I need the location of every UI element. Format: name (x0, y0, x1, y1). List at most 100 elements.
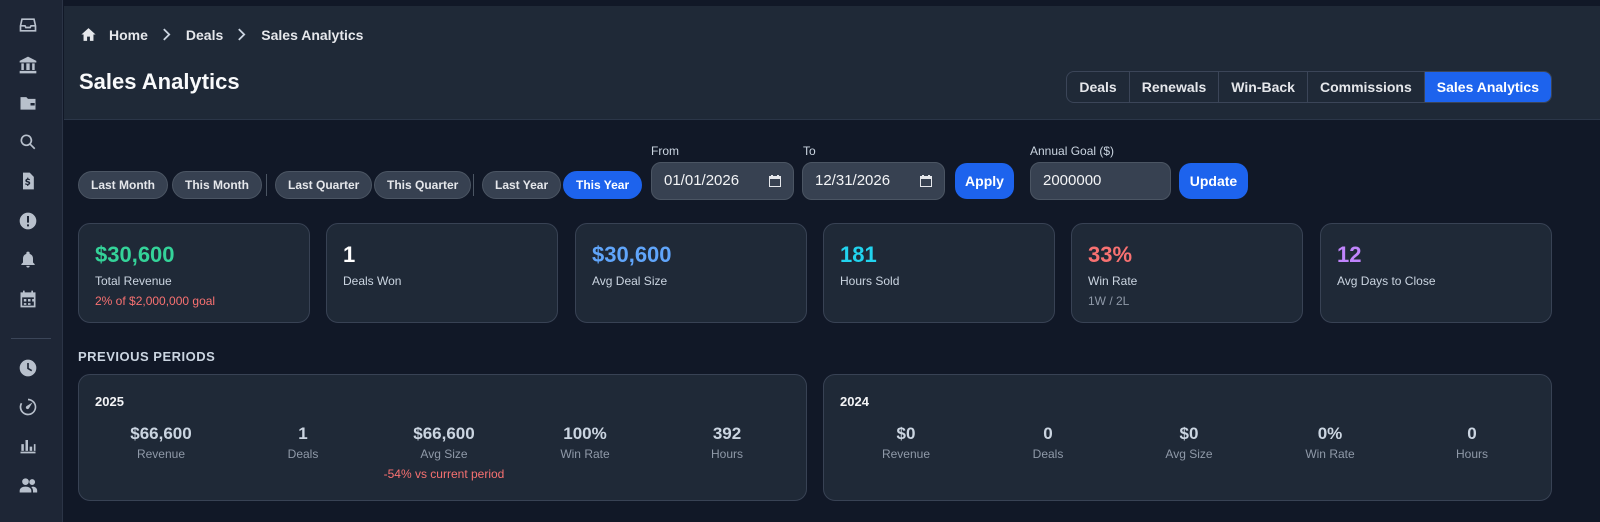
stat-value: $0 (896, 424, 916, 443)
stat-value: 392 (712, 424, 742, 443)
preset-this-year[interactable]: This Year (563, 171, 643, 199)
stat-value: $0 (1179, 424, 1199, 443)
tab-commissions[interactable]: Commissions (1308, 72, 1425, 102)
clock-icon[interactable] (17, 357, 39, 379)
page-title: Sales Analytics (79, 69, 240, 94)
kpi-win-rate: 33% Win Rate 1W / 2L (1071, 223, 1303, 323)
breadcrumb-deals[interactable]: Deals (186, 27, 223, 43)
period-stat-hours: 392 Hours (657, 424, 797, 461)
to-date-input[interactable]: 12/31/2026 (802, 162, 945, 200)
period-year: 2025 (95, 394, 124, 409)
stat-label: Deals (287, 447, 319, 461)
preset-last-year[interactable]: Last Year (482, 171, 562, 199)
stat-value: 0 (1043, 424, 1053, 443)
search-icon[interactable] (17, 131, 39, 153)
sidebar (0, 0, 63, 522)
stat-label: Revenue (881, 447, 931, 461)
kpi-value: 12 (1337, 242, 1362, 267)
page-header: Home Deals Sales Analytics Sales Analyti… (64, 6, 1600, 120)
kpi-hours-sold: 181 Hours Sold (823, 223, 1055, 323)
preset-divider (266, 174, 267, 196)
alert-icon[interactable] (17, 210, 39, 232)
kpi-win-loss: 1W / 2L (1088, 294, 1130, 308)
inbox-icon[interactable] (17, 14, 39, 36)
kpi-value: $30,600 (592, 242, 672, 267)
preset-this-month[interactable]: This Month (172, 171, 262, 199)
period-card-2024: 2024 $0 Revenue 0 Deals $0 Avg Size 0% W… (823, 374, 1552, 501)
stat-label: Win Rate (560, 447, 610, 461)
breadcrumb-current: Sales Analytics (261, 26, 364, 43)
kpi-avg-days-to-close: 12 Avg Days to Close (1320, 223, 1552, 323)
kpi-label: Win Rate (1088, 274, 1138, 288)
sidebar-divider (11, 338, 51, 339)
period-stat-deals: 0 Deals (978, 424, 1118, 461)
to-date-value: 12/31/2026 (815, 172, 891, 189)
previous-periods-title: PREVIOUS PERIODS (78, 349, 216, 364)
calendar-icon[interactable] (920, 175, 932, 187)
from-date-input[interactable]: 01/01/2026 (651, 162, 794, 200)
chart-icon[interactable] (17, 434, 39, 456)
bank-icon[interactable] (17, 54, 39, 76)
filter-bar: Last Month This Month Last Quarter This … (78, 144, 1278, 204)
breadcrumb: Home Deals Sales Analytics (80, 26, 363, 43)
stat-label: Win Rate (1305, 447, 1355, 461)
stat-label: Hours (710, 447, 743, 461)
kpi-label: Avg Days to Close (1337, 274, 1436, 288)
stat-label: Deals (1032, 447, 1064, 461)
stat-label: Avg Size (420, 447, 468, 461)
kpi-label: Total Revenue (95, 274, 172, 288)
stat-value: $66,600 (413, 424, 475, 443)
kpi-value: $30,600 (95, 242, 175, 267)
tab-deals[interactable]: Deals (1067, 72, 1130, 102)
kpi-value: 181 (840, 242, 877, 267)
kpi-label: Avg Deal Size (592, 274, 668, 288)
section-tabs: Deals Renewals Win-Back Commissions Sale… (1066, 71, 1552, 103)
kpi-goal-progress: 2% of $2,000,000 goal (95, 294, 216, 308)
stat-label: Revenue (136, 447, 186, 461)
stat-value: 0 (1467, 424, 1477, 443)
speedometer-icon[interactable] (17, 396, 39, 418)
tab-sales-analytics[interactable]: Sales Analytics (1424, 72, 1551, 102)
to-label: To (803, 144, 816, 158)
period-stat-avg-size: $66,600 Avg Size -54% vs current period (374, 424, 514, 481)
wallet-icon[interactable] (17, 92, 39, 114)
period-year: 2024 (840, 394, 869, 409)
chevron-right-icon (237, 28, 247, 42)
calendar-icon[interactable] (769, 175, 781, 187)
period-stat-win-rate: 100% Win Rate (515, 424, 655, 461)
stat-value: 1 (298, 424, 308, 443)
preset-last-month[interactable]: Last Month (78, 171, 168, 199)
from-label: From (651, 144, 679, 158)
apply-button[interactable]: Apply (955, 163, 1014, 199)
kpi-label: Hours Sold (840, 274, 900, 288)
tab-renewals[interactable]: Renewals (1130, 72, 1220, 102)
users-icon[interactable] (17, 474, 39, 496)
annual-goal-value: 2000000 (1043, 172, 1102, 189)
kpi-avg-deal-size: $30,600 Avg Deal Size (575, 223, 807, 323)
preset-this-quarter[interactable]: This Quarter (374, 171, 472, 199)
stat-delta: -54% vs current period (383, 467, 505, 481)
breadcrumb-home[interactable]: Home (109, 27, 148, 43)
period-card-2025: 2025 $66,600 Revenue 1 Deals $66,600 Avg… (78, 374, 807, 501)
period-stat-hours: 0 Hours (1402, 424, 1542, 461)
from-date-value: 01/01/2026 (664, 172, 740, 189)
tab-win-back[interactable]: Win-Back (1219, 72, 1308, 102)
bell-icon[interactable] (17, 249, 39, 271)
kpi-total-revenue: $30,600 Total Revenue 2% of $2,000,000 g… (78, 223, 310, 323)
stat-label: Avg Size (1165, 447, 1213, 461)
stat-value: $66,600 (130, 424, 192, 443)
stat-label: Hours (1455, 447, 1488, 461)
document-dollar-icon[interactable] (17, 170, 39, 192)
calendar-icon[interactable] (17, 288, 39, 310)
update-button[interactable]: Update (1179, 163, 1248, 199)
home-icon[interactable] (80, 26, 97, 43)
stat-value: 100% (563, 424, 607, 443)
preset-divider (473, 174, 474, 196)
kpi-value: 1 (343, 242, 356, 267)
kpi-label: Deals Won (343, 274, 402, 288)
period-stat-avg-size: $0 Avg Size (1119, 424, 1259, 461)
kpi-value: 33% (1088, 242, 1133, 267)
chevron-right-icon (162, 28, 172, 42)
preset-last-quarter[interactable]: Last Quarter (275, 171, 373, 199)
annual-goal-input[interactable]: 2000000 (1030, 162, 1171, 200)
